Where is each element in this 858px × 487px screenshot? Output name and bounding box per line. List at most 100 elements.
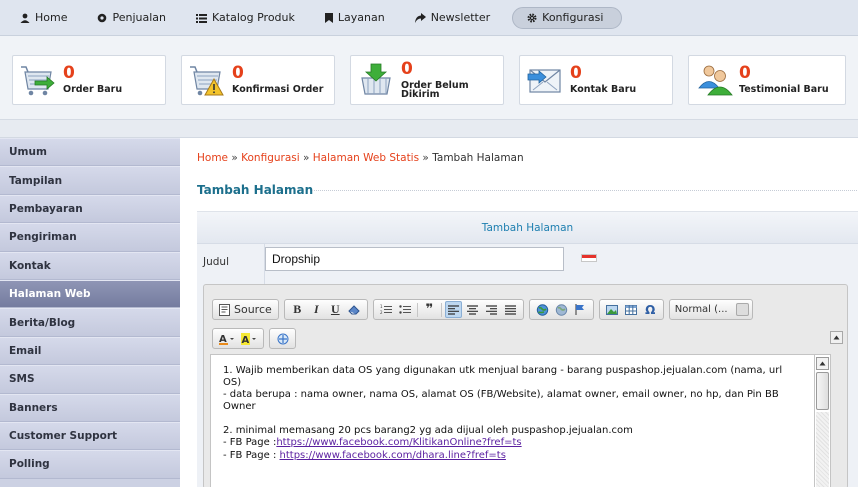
indonesia-flag-icon[interactable] bbox=[581, 254, 597, 262]
blockquote-button[interactable]: ❞ bbox=[421, 301, 438, 318]
sidebar-item-polling[interactable]: Polling bbox=[0, 450, 180, 479]
scroll-up-icon[interactable] bbox=[816, 357, 829, 370]
image-icon bbox=[606, 304, 619, 315]
stat-konfirmasi-count: 0 bbox=[232, 63, 244, 84]
sidebar-item-email[interactable]: Email bbox=[0, 336, 180, 366]
special-char-button[interactable]: Ω bbox=[642, 301, 659, 318]
title-divider bbox=[312, 190, 857, 191]
content-fb-line-1: - FB Page :https://www.facebook.com/Klit… bbox=[223, 437, 800, 449]
editor-content[interactable]: 1. Wajib memberikan data OS yang digunak… bbox=[210, 354, 815, 487]
divider-band bbox=[0, 120, 858, 138]
toolbar-group-maximize bbox=[269, 328, 296, 349]
image-button[interactable] bbox=[604, 301, 621, 318]
align-center-button[interactable] bbox=[464, 301, 481, 318]
maximize-button[interactable] bbox=[274, 330, 291, 347]
breadcrumb-separator: » bbox=[422, 152, 429, 164]
fb-page-link-1[interactable]: https://www.facebook.com/KlitikanOnline?… bbox=[276, 437, 521, 448]
unlink-button[interactable] bbox=[553, 301, 570, 318]
stat-testimonial-baru[interactable]: 0 Testimonial Baru bbox=[688, 55, 846, 105]
fb-page-link-2[interactable]: https://www.facebook.com/dhara.line?fref… bbox=[280, 450, 506, 461]
bold-button[interactable]: B bbox=[289, 301, 306, 318]
scrollbar-thumb[interactable] bbox=[816, 372, 829, 410]
judul-input[interactable] bbox=[265, 247, 564, 271]
stat-konfirmasi-order[interactable]: 0 Konfirmasi Order bbox=[181, 55, 335, 105]
sidebar-item-halaman-web[interactable]: Halaman Web bbox=[0, 279, 180, 309]
toolbar-group-basic: B I U bbox=[283, 299, 368, 320]
svg-text:2: 2 bbox=[380, 310, 383, 315]
stat-order-baru-count: 0 bbox=[63, 63, 75, 84]
stat-order-belum-dikirim[interactable]: 0 Order Belum Dikirim bbox=[350, 55, 504, 105]
cart-icon bbox=[21, 66, 55, 96]
breadcrumb-halaman-web-statis[interactable]: Halaman Web Statis bbox=[313, 152, 419, 164]
highlight-icon: A bbox=[241, 332, 256, 345]
sidebar-item-berita-blog[interactable]: Berita/Blog bbox=[0, 308, 180, 337]
anchor-button[interactable] bbox=[572, 301, 589, 318]
nav-home[interactable]: Home bbox=[12, 7, 75, 29]
link-button[interactable] bbox=[534, 301, 551, 318]
sidebar-item-umum[interactable]: Umum bbox=[0, 138, 180, 167]
table-button[interactable] bbox=[623, 301, 640, 318]
nav-konfigurasi-label: Konfigurasi bbox=[542, 11, 604, 24]
users-icon bbox=[698, 65, 733, 96]
align-left-button[interactable] bbox=[444, 301, 462, 318]
underline-button[interactable]: U bbox=[327, 301, 344, 318]
stat-order-baru-label: Order Baru bbox=[63, 84, 123, 96]
list-icon bbox=[196, 13, 208, 23]
toolbar-group-links bbox=[528, 299, 594, 320]
sidebar-item-tampilan[interactable]: Tampilan bbox=[0, 166, 180, 195]
content-line-3: 2. minimal memasang 20 pcs barang2 yg ad… bbox=[223, 425, 633, 437]
nav-layanan[interactable]: Layanan bbox=[317, 7, 393, 29]
nav-layanan-label: Layanan bbox=[337, 11, 385, 24]
remove-format-button[interactable] bbox=[346, 301, 363, 318]
numbered-list-button[interactable]: 12 bbox=[378, 301, 395, 318]
background-color-button[interactable]: A bbox=[239, 330, 259, 347]
format-select[interactable]: Normal (... bbox=[668, 299, 753, 320]
breadcrumb-home[interactable]: Home bbox=[197, 152, 228, 164]
cart-warning-icon bbox=[190, 66, 224, 96]
stat-kontak-baru[interactable]: 0 Kontak Baru bbox=[519, 55, 673, 105]
nav-konfigurasi[interactable]: Konfigurasi bbox=[512, 6, 623, 29]
link-icon bbox=[536, 303, 548, 316]
editor-scrollbar[interactable] bbox=[815, 354, 831, 487]
nav-home-label: Home bbox=[35, 11, 68, 24]
nav-penjualan-label: Penjualan bbox=[112, 11, 167, 24]
nav-newsletter[interactable]: Newsletter bbox=[407, 7, 498, 29]
collapse-toolbar-button[interactable] bbox=[830, 331, 843, 344]
stat-testimonial-count: 0 bbox=[739, 63, 751, 84]
source-button[interactable]: Source bbox=[217, 301, 274, 318]
breadcrumb-separator: » bbox=[303, 152, 310, 164]
sidebar-item-pengiriman[interactable]: Pengiriman bbox=[0, 223, 180, 252]
top-nav: Home Penjualan Katalog Produk Layanan Ne… bbox=[0, 0, 858, 36]
sidebar-item-sms[interactable]: SMS bbox=[0, 365, 180, 394]
stats-bar: 0 Order Baru 0 Konfirmasi Order 0 Order … bbox=[0, 36, 858, 120]
scrollbar-track[interactable] bbox=[816, 412, 829, 487]
nav-penjualan[interactable]: Penjualan bbox=[89, 7, 174, 29]
sidebar-item-kontak[interactable]: Kontak bbox=[0, 251, 180, 280]
breadcrumb-konfigurasi[interactable]: Konfigurasi bbox=[241, 152, 300, 164]
align-center-icon bbox=[466, 304, 478, 315]
sidebar-item-customer-support[interactable]: Customer Support bbox=[0, 421, 180, 451]
align-left-icon bbox=[447, 304, 459, 315]
numbered-list-icon: 12 bbox=[380, 304, 393, 315]
italic-button[interactable]: I bbox=[308, 301, 325, 318]
bullet-list-icon bbox=[399, 305, 412, 314]
rich-text-editor: Source B I U 12 ❞ Ω Normal (... A A 1. W… bbox=[203, 284, 848, 487]
maximize-icon bbox=[277, 333, 288, 344]
sidebar-item-pembayaran[interactable]: Pembayaran bbox=[0, 194, 180, 224]
text-color-button[interactable]: A bbox=[217, 330, 237, 347]
align-right-button[interactable] bbox=[483, 301, 500, 318]
unlink-icon bbox=[555, 303, 567, 316]
justify-button[interactable] bbox=[502, 301, 519, 318]
svg-text:A: A bbox=[242, 335, 250, 345]
sidebar-item-banners[interactable]: Banners bbox=[0, 393, 180, 422]
main-content: Home » Konfigurasi » Halaman Web Statis … bbox=[180, 138, 858, 487]
stat-kontak-label: Kontak Baru bbox=[570, 84, 637, 96]
content-line-2: - data berupa : nama owner, nama OS, ala… bbox=[223, 389, 779, 413]
stat-order-baru[interactable]: 0 Order Baru bbox=[12, 55, 166, 105]
nav-katalog[interactable]: Katalog Produk bbox=[188, 7, 303, 29]
toolbar-separator bbox=[416, 302, 418, 317]
bullet-list-button[interactable] bbox=[397, 301, 414, 318]
table-icon bbox=[625, 304, 638, 315]
form-header: Tambah Halaman bbox=[197, 212, 858, 244]
breadcrumb-current: Tambah Halaman bbox=[432, 152, 524, 164]
